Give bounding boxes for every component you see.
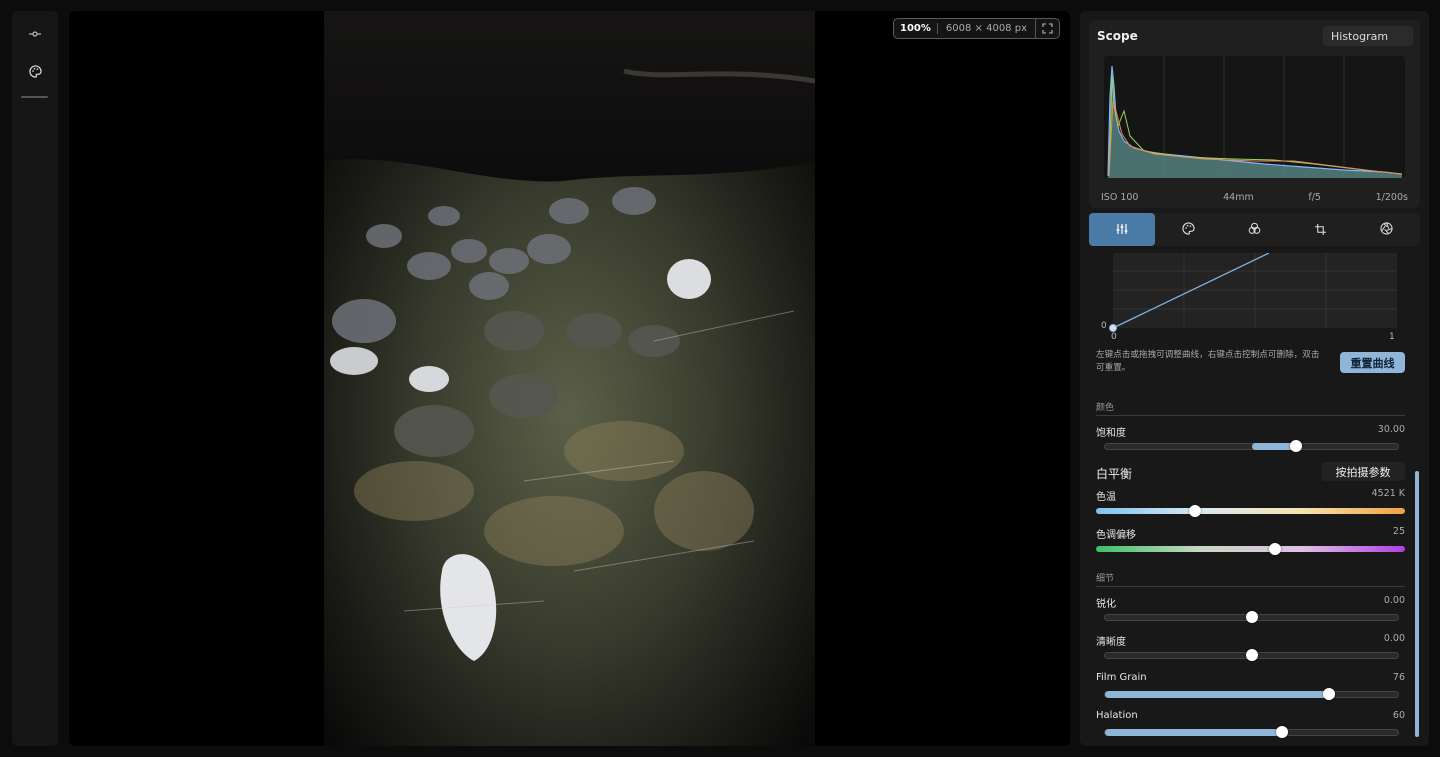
color-section-label: 颜色 [1096,403,1115,413]
exif-shutter: 1/200s [1375,192,1408,203]
left-toolbar [12,11,58,746]
tint-slider[interactable] [1096,543,1405,555]
temperature-label: 色温 [1096,492,1116,503]
tab-crop[interactable] [1288,213,1354,246]
saturation-knob[interactable] [1290,440,1302,452]
sliders-icon [1116,220,1128,239]
panel-tabs [1089,213,1420,246]
rail-divider [21,96,48,98]
tone-curve-editor[interactable] [1112,252,1397,329]
halation-slider[interactable] [1104,726,1399,738]
sharpen-value: 0.00 [1383,595,1405,606]
palette-icon[interactable] [23,59,47,83]
tint-knob[interactable] [1269,543,1281,555]
aperture-icon [1380,220,1393,239]
reset-curve-button[interactable]: 重置曲线 [1340,352,1405,373]
image-canvas[interactable]: 100% 6008 × 4008 px [69,11,1070,746]
scope-card: Scope Histogram ISO 100 44mm f/5 1/200s [1089,20,1420,208]
adjustments-scroll[interactable]: 0 0 1 左键点击或拖拽可调整曲线，右键点击控制点可删除，双击可重置。 重置曲… [1080,251,1429,746]
temperature-slider[interactable] [1096,505,1405,517]
tint-label: 色调偏移 [1096,530,1136,541]
halation-value: 60 [1392,710,1405,721]
temperature-value: 4521 K [1371,488,1405,499]
as-shot-button[interactable]: 按拍摄参数 [1321,462,1405,481]
fullscreen-icon[interactable] [1035,19,1053,38]
sharpen-slider[interactable] [1104,611,1399,623]
clarity-knob[interactable] [1246,649,1258,661]
film-grain-knob[interactable] [1323,688,1335,700]
exif-focal-length: 44mm [1223,192,1254,203]
sharpen-label: 锐化 [1096,599,1116,610]
tab-color[interactable] [1155,213,1221,246]
tab-lens[interactable] [1354,213,1420,246]
curve-x-zero: 0 [1111,332,1117,342]
clarity-value: 0.00 [1383,633,1405,644]
panel-scrollbar[interactable] [1415,471,1419,737]
halation-knob[interactable] [1276,726,1288,738]
film-grain-label: Film Grain [1096,672,1147,683]
curve-y-zero: 0 [1101,321,1107,331]
saturation-slider[interactable] [1104,440,1399,452]
film-grain-slider[interactable] [1104,688,1399,700]
film-grain-value: 76 [1392,672,1405,683]
scope-title: Scope [1097,29,1138,43]
curve-control-point[interactable] [1109,324,1117,332]
tint-value: 25 [1392,526,1405,537]
curve-hint: 左键点击或拖拽可调整曲线，右键点击控制点可删除，双击可重置。 [1096,350,1320,373]
adjust-slider-icon[interactable] [23,22,47,46]
exif-info: ISO 100 44mm f/5 1/200s [1101,192,1408,203]
zoom-indicator: 100% 6008 × 4008 px [893,18,1060,39]
palette-icon [1182,220,1195,239]
saturation-label: 饱和度 [1096,428,1126,439]
scope-mode-select[interactable]: Histogram [1323,26,1413,46]
zoom-percent[interactable]: 100% [900,23,938,34]
clarity-label: 清晰度 [1096,637,1126,648]
temperature-knob[interactable] [1189,505,1201,517]
crop-icon [1315,220,1327,239]
detail-section-label: 细节 [1096,574,1115,584]
saturation-value: 30.00 [1377,424,1405,435]
sharpen-knob[interactable] [1246,611,1258,623]
exif-aperture: f/5 [1308,192,1321,203]
halation-label: Halation [1096,710,1138,721]
tab-mixer[interactable] [1221,213,1287,246]
section-divider [1096,415,1405,416]
adjustments-panel: Scope Histogram ISO 100 44mm f/5 1/200s [1080,11,1429,746]
histogram [1104,56,1405,178]
exif-iso: ISO 100 [1101,192,1139,203]
image-dimensions: 6008 × 4008 px [945,23,1027,34]
section-divider [1096,586,1405,587]
white-balance-title: 白平衡 [1096,467,1133,481]
photo-preview[interactable] [324,11,815,746]
color-circles-icon [1248,220,1261,239]
tab-adjustments[interactable] [1089,213,1156,246]
curve-x-one: 1 [1389,332,1395,342]
clarity-slider[interactable] [1104,649,1399,661]
